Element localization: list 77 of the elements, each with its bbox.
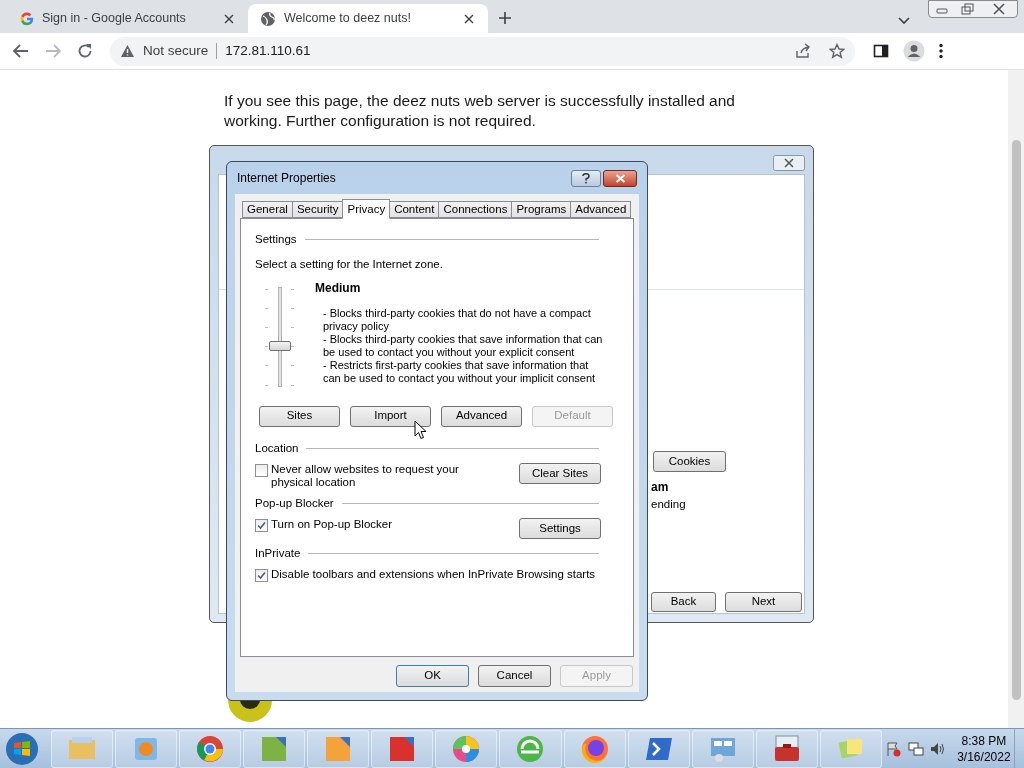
dialog-tab[interactable]: Programs	[511, 201, 572, 218]
dialog-button[interactable]: Settings	[519, 518, 601, 539]
warning-icon	[120, 44, 135, 58]
google-icon	[20, 11, 34, 26]
dialog-tab[interactable]: Connections	[438, 201, 513, 218]
tab-title: Welcome to deez nuts!	[284, 10, 412, 28]
slider-thumb[interactable]	[269, 341, 291, 352]
taskbar-button[interactable]	[243, 729, 306, 768]
checkbox[interactable]	[255, 569, 268, 583]
tab-title: Sign in - Google Accounts	[42, 10, 187, 28]
new-tab-icon[interactable]	[498, 11, 512, 25]
browser-tab[interactable]: Sign in - Google Accounts	[8, 4, 248, 33]
description-text: - Blocks third-party cookies that do not have a compact privacy policy	[323, 306, 592, 333]
taskbar-button[interactable]	[627, 729, 690, 768]
level-name: Medium	[315, 279, 362, 297]
close-button[interactable]	[603, 169, 637, 187]
address-bar[interactable]: Not secure 172.81.110.61	[110, 36, 855, 66]
checkbox-label: Never allow websites to request your physical location	[271, 462, 460, 489]
window-title: Internet Properties	[237, 170, 337, 187]
dialog-button[interactable]: Advanced	[441, 405, 522, 427]
next-button[interactable]: Next	[725, 592, 802, 612]
checkbox-label: Turn on Pop-up Blocker	[271, 518, 394, 531]
flag-icon[interactable]	[885, 740, 902, 757]
cookies-button[interactable]: Cookies	[653, 451, 726, 472]
checkbox-label: Disable toolbars and extensions when InPrivate Browsing starts	[271, 568, 596, 582]
taskbar-button[interactable]	[435, 729, 498, 768]
url-text: 172.81.110.61	[225, 41, 312, 60]
cursor-icon	[414, 420, 427, 440]
description-text: - Blocks third-party cookies that save information that can be used to contact you without your explicit consent	[323, 332, 604, 359]
reload-icon[interactable]	[76, 42, 94, 60]
dialog-button[interactable]: Sites	[259, 405, 340, 427]
dialog-button[interactable]: Import	[350, 405, 431, 427]
menu-icon[interactable]	[939, 43, 943, 59]
side-panel-icon[interactable]	[873, 43, 889, 59]
taskbar-button[interactable]	[691, 729, 754, 768]
checkbox[interactable]	[255, 463, 268, 477]
scrollbar-thumb[interactable]	[1011, 140, 1021, 700]
globe-icon	[260, 10, 276, 27]
dialog-button[interactable]: OK	[396, 665, 469, 687]
profile-icon[interactable]	[903, 40, 925, 62]
dialog-tab[interactable]: General	[242, 201, 293, 218]
taskbar-button[interactable]	[179, 729, 242, 768]
windows-logo-icon	[4, 731, 39, 766]
page-paragraph: If you see this page, the deez nuts web server is successfully installed and working. Further configuration is not required.	[224, 91, 736, 131]
dialog-tab[interactable]: Advanced	[570, 201, 632, 218]
dialog-tab[interactable]: Security	[291, 201, 344, 218]
close-icon[interactable]	[773, 155, 805, 171]
share-icon[interactable]	[795, 43, 811, 59]
dialog-tab[interactable]: Content	[389, 201, 440, 218]
back-button[interactable]: Back	[651, 592, 716, 612]
back-arrow-icon[interactable]	[12, 42, 30, 60]
dialog-button[interactable]: Clear Sites	[519, 462, 601, 484]
question-mark-icon	[582, 172, 590, 184]
network-icon[interactable]	[907, 740, 924, 757]
dialog-tab[interactable]: Privacy	[342, 199, 391, 219]
close-icon	[614, 173, 626, 183]
section-heading: Location	[255, 440, 299, 456]
taskbar-button[interactable]	[371, 729, 434, 768]
taskbar-button[interactable]	[563, 729, 626, 768]
star-icon[interactable]	[829, 43, 845, 59]
checkbox[interactable]	[255, 519, 268, 532]
security-label: Not secure	[143, 41, 209, 60]
clock[interactable]: 8:38 PM 3/16/2022	[955, 732, 1012, 765]
taskbar-button[interactable]	[499, 729, 562, 768]
help-button[interactable]	[571, 169, 601, 187]
text-fragment: ending	[651, 497, 686, 512]
description-text: - Restricts first-party cookies that save information that can be used to contact you without your implicit consent	[323, 358, 597, 385]
prompt-text: Select a setting for the Internet zone.	[255, 257, 444, 273]
taskbar-button[interactable]	[307, 729, 370, 768]
chevron-icon[interactable]	[898, 17, 910, 25]
section-heading: Settings	[255, 232, 297, 247]
browser-tab[interactable]: Welcome to deez nuts!	[248, 4, 488, 33]
section-heading: Pop-up Blocker	[255, 495, 334, 511]
taskbar-button[interactable]	[755, 729, 818, 768]
dialog-button[interactable]: Cancel	[478, 665, 551, 687]
heading-fragment: am	[651, 479, 669, 496]
section-heading: InPrivate	[255, 546, 301, 561]
